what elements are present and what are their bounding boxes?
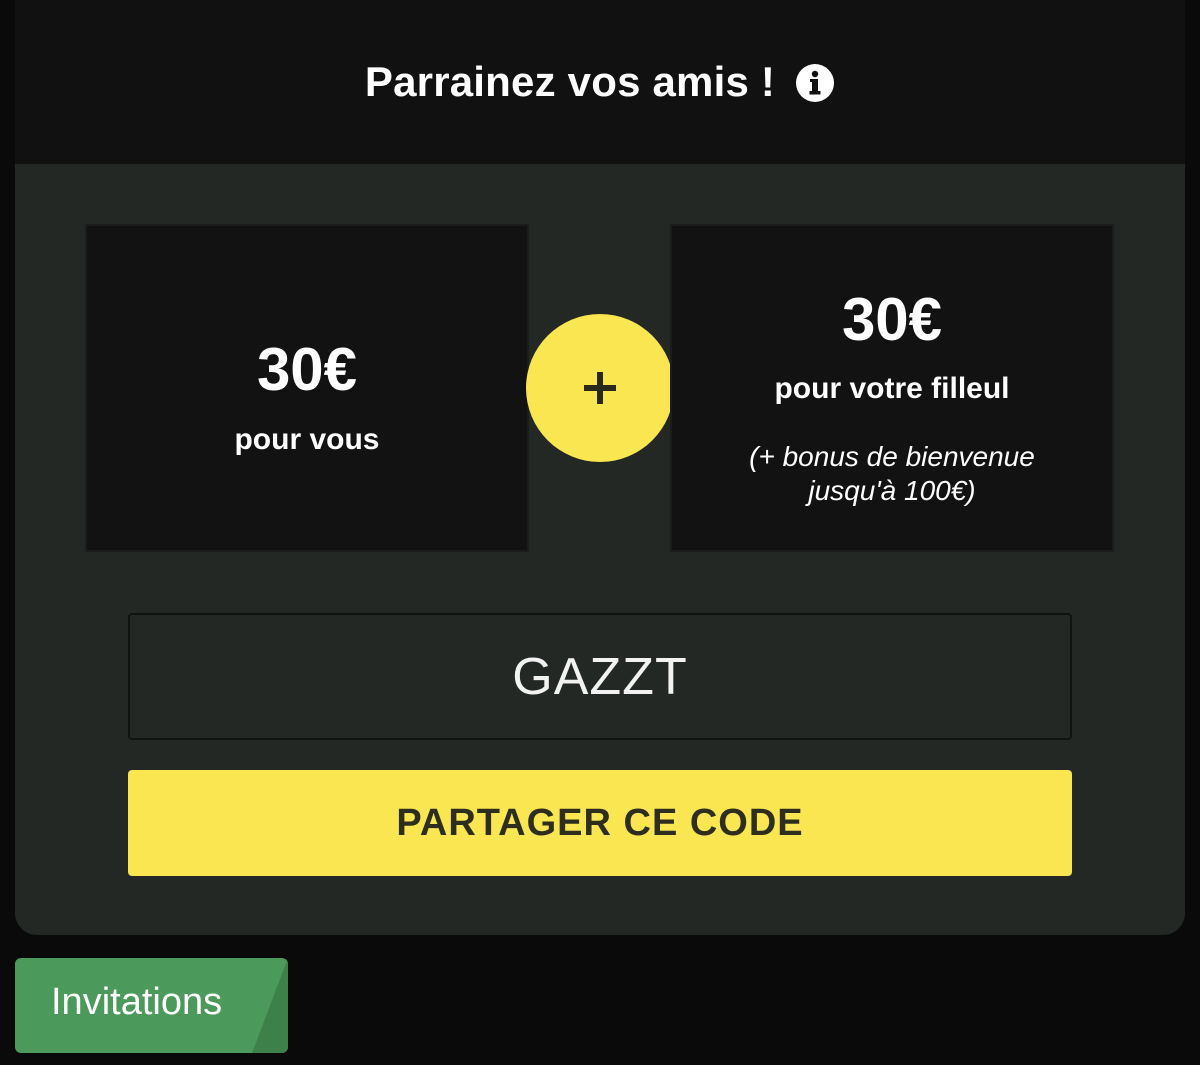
welcome-bonus-line-2: jusqu'à 100€)	[808, 475, 976, 506]
reward-label-you: pour vous	[234, 423, 380, 456]
reward-amount-referee: 30€	[841, 286, 943, 353]
reward-label-referee: pour votre filleul	[774, 372, 1010, 405]
share-code-button[interactable]: PARTAGER CE CODE	[128, 770, 1072, 876]
reward-box-referee: 30€ pour votre filleul (+ bonus de bienv…	[670, 224, 1114, 552]
tab-invitations[interactable]: Invitations	[15, 958, 288, 1053]
reward-amount-you: 30€	[256, 336, 358, 403]
plus-badge	[526, 314, 674, 462]
reward-box-you: 30€ pour vous	[85, 224, 529, 552]
tab-invitations-label: Invitations	[51, 981, 223, 1023]
welcome-bonus-note: (+ bonus de bienvenue jusqu'à 100€)	[672, 440, 1112, 508]
tab-fold-decoration	[252, 958, 288, 1053]
referral-card: Parrainez vos amis ! 30€ pour vous 30€ p…	[15, 0, 1185, 935]
plus-icon	[584, 372, 616, 404]
page-title: Parrainez vos amis !	[364, 58, 776, 105]
referral-code-field[interactable]: GAZZT	[128, 613, 1072, 740]
card-header: Parrainez vos amis !	[15, 0, 1185, 164]
welcome-bonus-line-1: (+ bonus de bienvenue	[749, 441, 1035, 472]
referral-page: Parrainez vos amis ! 30€ pour vous 30€ p…	[0, 0, 1200, 1065]
info-circle-icon[interactable]	[795, 63, 835, 103]
